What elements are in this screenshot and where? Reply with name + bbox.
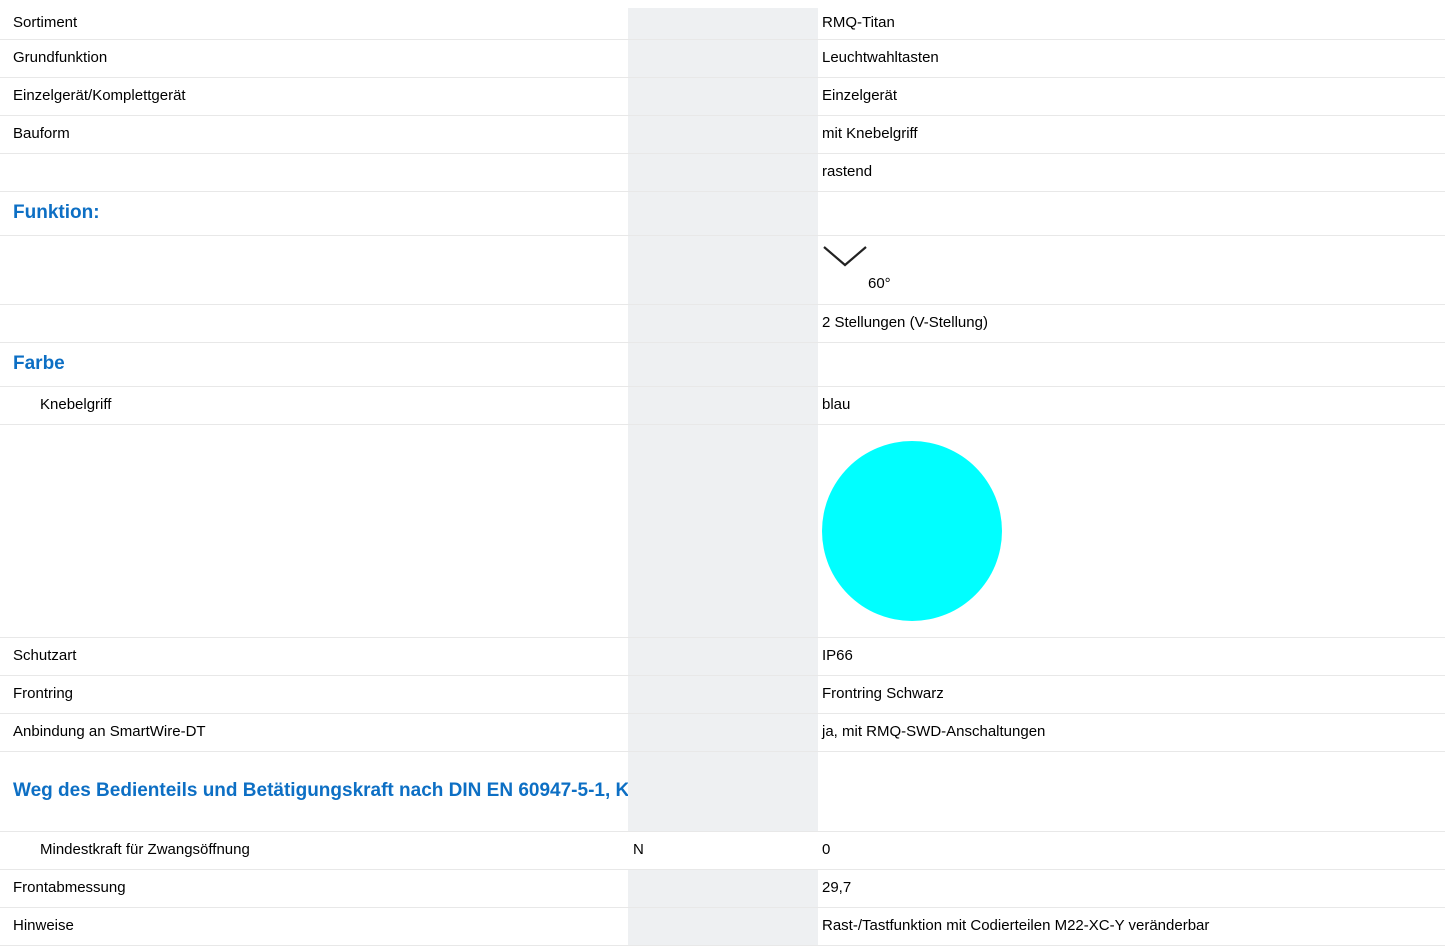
section-row-weg: Weg des Bedienteils und Betätigungskraft… <box>0 751 1445 832</box>
spec-row-sortiment: Sortiment RMQ-Titan <box>0 8 1445 40</box>
spec-value: ja, mit RMQ-SWD-Anschaltungen <box>818 713 1445 752</box>
spec-unit <box>628 304 742 343</box>
spec-gap <box>742 342 818 387</box>
section-heading-farbe: Farbe <box>0 342 628 387</box>
spec-value <box>818 751 1445 832</box>
spec-unit <box>628 191 742 236</box>
spec-label: Sortiment <box>0 8 628 40</box>
spec-label: Bauform <box>0 115 628 154</box>
spec-unit <box>628 115 742 154</box>
spec-label <box>0 153 628 192</box>
spec-value: Leuchtwahltasten <box>818 39 1445 78</box>
spec-value <box>818 424 1445 638</box>
spec-unit <box>628 869 742 908</box>
spec-row-color-swatch <box>0 424 1445 638</box>
spec-label: Einzelgerät/Komplettgerät <box>0 77 628 116</box>
color-swatch-circle <box>822 440 1002 621</box>
spec-value: Frontring Schwarz <box>818 675 1445 714</box>
section-row-farbe: Farbe <box>0 342 1445 387</box>
spec-gap <box>742 115 818 154</box>
section-heading-funktion: Funktion: <box>0 191 628 236</box>
spec-label: Mindestkraft für Zwangsöffnung <box>0 831 628 870</box>
spec-unit <box>628 907 742 946</box>
spec-value: Rast-/Tastfunktion mit Codierteilen M22-… <box>818 907 1445 946</box>
spec-unit <box>628 386 742 425</box>
spec-row-einzelgeraet: Einzelgerät/Komplettgerät Einzelgerät <box>0 77 1445 116</box>
spec-unit <box>628 153 742 192</box>
spec-value <box>818 342 1445 387</box>
spec-unit <box>628 637 742 676</box>
spec-table: Sortiment RMQ-Titan Grundfunktion Leucht… <box>0 8 1445 946</box>
spec-gap <box>742 386 818 425</box>
spec-gap <box>742 153 818 192</box>
spec-label <box>0 235 628 305</box>
spec-row-smartwire: Anbindung an SmartWire-DT ja, mit RMQ-SW… <box>0 713 1445 752</box>
spec-row-funktion-stellungen: 2 Stellungen (V-Stellung) <box>0 304 1445 343</box>
spec-row-frontring: Frontring Frontring Schwarz <box>0 675 1445 714</box>
spec-unit <box>628 342 742 387</box>
spec-gap <box>742 424 818 638</box>
spec-value: blau <box>818 386 1445 425</box>
spec-gap <box>742 235 818 305</box>
spec-unit <box>628 39 742 78</box>
spec-row-hinweise: Hinweise Rast-/Tastfunktion mit Codierte… <box>0 907 1445 946</box>
spec-value: Einzelgerät <box>818 77 1445 116</box>
spec-unit <box>628 77 742 116</box>
spec-row-frontabmessung: Frontabmessung 29,7 <box>0 869 1445 908</box>
spec-row-mindestkraft: Mindestkraft für Zwangsöffnung N 0 <box>0 831 1445 870</box>
spec-unit <box>628 235 742 305</box>
spec-value <box>818 191 1445 236</box>
spec-value-angle: 60° <box>818 235 1445 305</box>
spec-gap <box>742 77 818 116</box>
spec-value: rastend <box>818 153 1445 192</box>
spec-row-schutzart: Schutzart IP66 <box>0 637 1445 676</box>
spec-value: 0 <box>818 831 1445 870</box>
spec-unit <box>628 751 742 832</box>
spec-unit <box>628 713 742 752</box>
spec-label: Hinweise <box>0 907 628 946</box>
spec-label: Schutzart <box>0 637 628 676</box>
spec-gap <box>742 39 818 78</box>
spec-label: Grundfunktion <box>0 39 628 78</box>
spec-row-bauform-rastend: rastend <box>0 153 1445 192</box>
spec-gap <box>742 191 818 236</box>
spec-value: IP66 <box>818 637 1445 676</box>
angle-value: 60° <box>868 274 891 292</box>
spec-unit <box>628 675 742 714</box>
spec-label: Frontring <box>0 675 628 714</box>
spec-gap <box>742 831 818 870</box>
spec-row-knebelgriff: Knebelgriff blau <box>0 386 1445 425</box>
spec-row-funktion-angle: 60° <box>0 235 1445 305</box>
spec-label <box>0 424 628 638</box>
spec-gap <box>742 675 818 714</box>
v-angle-icon <box>823 245 867 266</box>
spec-value: 2 Stellungen (V-Stellung) <box>818 304 1445 343</box>
spec-gap <box>742 907 818 946</box>
spec-label: Knebelgriff <box>0 386 628 425</box>
section-heading-weg: Weg des Bedienteils und Betätigungskraft… <box>0 751 628 832</box>
spec-label <box>0 304 628 343</box>
spec-gap <box>742 637 818 676</box>
spec-gap <box>742 869 818 908</box>
spec-gap <box>742 304 818 343</box>
spec-gap <box>742 8 818 40</box>
spec-unit: N <box>628 831 742 870</box>
spec-gap <box>742 713 818 752</box>
spec-row-bauform: Bauform mit Knebelgriff <box>0 115 1445 154</box>
clipped-section-heading <box>13 0 173 4</box>
spec-gap <box>742 751 818 832</box>
spec-row-grundfunktion: Grundfunktion Leuchtwahltasten <box>0 39 1445 78</box>
spec-value: 29,7 <box>818 869 1445 908</box>
section-row-funktion: Funktion: <box>0 191 1445 236</box>
spec-label: Frontabmessung <box>0 869 628 908</box>
spec-label: Anbindung an SmartWire-DT <box>0 713 628 752</box>
spec-unit <box>628 8 742 40</box>
spec-value: RMQ-Titan <box>818 8 1445 40</box>
spec-unit <box>628 424 742 638</box>
spec-value: mit Knebelgriff <box>818 115 1445 154</box>
